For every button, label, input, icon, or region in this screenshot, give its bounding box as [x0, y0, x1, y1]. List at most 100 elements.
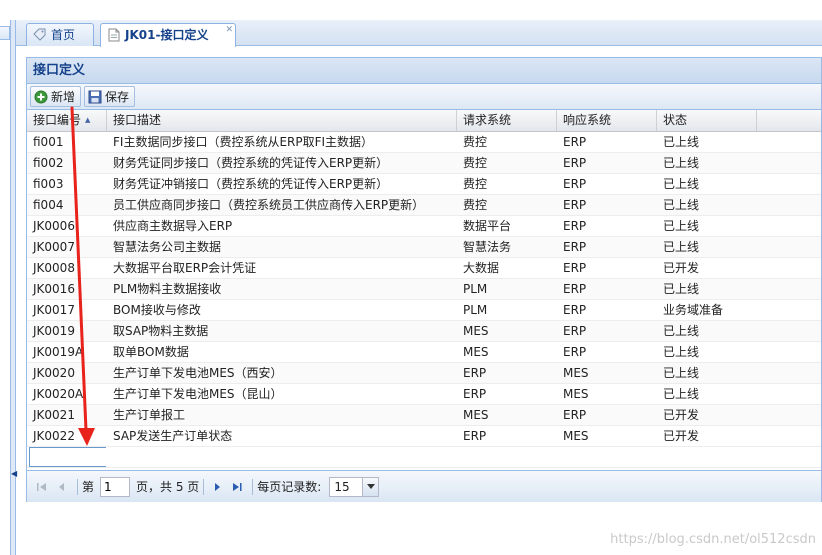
cell-response-system: ERP: [563, 177, 587, 191]
page-size-value: 15: [334, 479, 350, 494]
interface-definition-panel: 接口定义 新增 保存 接口编号 ▲ 接口描述 请求系统 响应系统 状态 fi00…: [26, 57, 822, 502]
table-row[interactable]: JK0007 智慧法务公司主数据 智慧法务 ERP 已上线: [27, 237, 821, 258]
cell-description: 财务凭证冲销接口（费控系统的凭证传入ERP更新）: [113, 177, 389, 191]
cell-description: 供应商主数据导入ERP: [113, 219, 233, 233]
tab-jk01-label: JK01-接口定义: [125, 28, 209, 42]
splitter[interactable]: ◀: [11, 20, 17, 555]
grid-body: fi001 FI主数据同步接口（费控系统从ERP取FI主数据） 费控 ERP 已上线 fi…: [27, 132, 821, 468]
table-row[interactable]: JK0019 取SAP物料主数据 MES ERP 已上线: [27, 321, 821, 342]
cell-response-system: ERP: [563, 408, 587, 422]
column-header-status[interactable]: 状态: [657, 110, 757, 131]
table-row[interactable]: fi003 财务凭证冲销接口（费控系统的凭证传入ERP更新） 费控 ERP 已上线: [27, 174, 821, 195]
cell-description: 生产订单报工: [113, 408, 186, 422]
table-row[interactable]: JK0021 生产订单报工 MES ERP 已开发: [27, 405, 821, 426]
cell-status: 已上线: [663, 324, 700, 338]
panel-title: 接口定义: [27, 58, 821, 84]
cell-id: JK0020: [33, 366, 75, 380]
table-row[interactable]: fi001 FI主数据同步接口（费控系统从ERP取FI主数据） 费控 ERP 已上线: [27, 132, 821, 153]
cell-response-system: ERP: [563, 156, 587, 170]
new-row-id-input[interactable]: [29, 447, 106, 467]
table-row[interactable]: JK0020 生产订单下发电池MES（西安） ERP MES 已上线: [27, 363, 821, 384]
cell-status: 已开发: [663, 261, 700, 275]
cell-description: BOM接收与修改: [113, 303, 201, 317]
new-row[interactable]: [27, 447, 821, 468]
page-number-input[interactable]: [100, 476, 131, 497]
cell-status: 已上线: [663, 366, 700, 380]
cell-id: JK0022: [33, 429, 75, 443]
cell-response-system: ERP: [563, 324, 587, 338]
tab-home[interactable]: 首页: [26, 23, 94, 46]
prev-page-button[interactable]: [53, 478, 71, 496]
page-size-label: 每页记录数:: [257, 480, 322, 494]
cell-description: PLM物料主数据接收: [113, 282, 222, 296]
cell-status: 已上线: [663, 219, 700, 233]
tab-jk01[interactable]: JK01-接口定义 ✕: [100, 23, 236, 47]
cell-id: JK0017: [33, 303, 75, 317]
cell-id: JK0020A: [33, 387, 84, 401]
cell-request-system: 数据平台: [463, 219, 512, 233]
cell-description: 财务凭证同步接口（费控系统的凭证传入ERP更新）: [113, 156, 389, 170]
table-row[interactable]: JK0020A 生产订单下发电池MES（昆山） ERP MES 已上线: [27, 384, 821, 405]
table-row[interactable]: JK0006 供应商主数据导入ERP 数据平台 ERP 已上线: [27, 216, 821, 237]
save-icon: [88, 90, 102, 103]
separator: [252, 478, 254, 495]
column-header-id[interactable]: 接口编号 ▲: [27, 110, 107, 131]
cell-id: JK0006: [33, 219, 75, 233]
last-page-icon: [233, 482, 242, 491]
cell-request-system: ERP: [463, 366, 487, 380]
cell-description: FI主数据同步接口（费控系统从ERP取FI主数据）: [113, 135, 374, 149]
cell-request-system: 费控: [463, 198, 488, 212]
cell-status: 已上线: [663, 135, 700, 149]
cell-description: 取SAP物料主数据: [113, 324, 209, 338]
table-row[interactable]: fi002 财务凭证同步接口（费控系统的凭证传入ERP更新） 费控 ERP 已上线: [27, 153, 821, 174]
cell-request-system: 费控: [463, 156, 488, 170]
page-size-select[interactable]: 15: [329, 476, 380, 497]
page-icon: [108, 28, 120, 42]
cell-status: 已上线: [663, 240, 700, 254]
cell-response-system: ERP: [563, 219, 587, 233]
column-header-response-system[interactable]: 响应系统: [557, 110, 657, 131]
cell-response-system: ERP: [563, 135, 587, 149]
cell-request-system: 智慧法务: [463, 240, 512, 254]
save-button[interactable]: 保存: [84, 86, 136, 107]
next-page-button[interactable]: [208, 478, 226, 496]
table-row[interactable]: JK0008 大数据平台取ERP会计凭证 大数据 ERP 已开发: [27, 258, 821, 279]
add-button[interactable]: 新增: [30, 86, 82, 107]
last-page-button[interactable]: [228, 478, 246, 496]
column-header-description[interactable]: 接口描述: [107, 110, 457, 131]
cell-status: 已开发: [663, 408, 700, 422]
table-row[interactable]: JK0022 SAP发送生产订单状态 ERP MES 已开发: [27, 426, 821, 447]
separator: [77, 478, 78, 495]
cell-id: JK0021: [33, 408, 75, 422]
cell-id: fi002: [33, 156, 64, 170]
cell-status: 业务域准备: [663, 303, 724, 317]
cell-response-system: MES: [563, 387, 589, 401]
cell-description: 大数据平台取ERP会计凭证: [113, 261, 257, 275]
next-page-icon: [215, 482, 221, 491]
left-panel-nub[interactable]: [0, 26, 10, 40]
chevron-down-icon[interactable]: [362, 477, 379, 496]
cell-description: 生产订单下发电池MES（昆山）: [113, 387, 283, 401]
cell-id: fi003: [33, 177, 64, 191]
first-page-button[interactable]: [33, 478, 51, 496]
table-row[interactable]: JK0017 BOM接收与修改 PLM ERP 业务域准备: [27, 300, 821, 321]
tab-close-icon[interactable]: ✕: [225, 24, 233, 36]
cell-request-system: ERP: [463, 387, 487, 401]
cell-description: 智慧法务公司主数据: [113, 240, 222, 254]
cell-status: 已上线: [663, 198, 700, 212]
cell-id: [27, 447, 107, 467]
left-collapsed-panel: [0, 20, 11, 555]
table-row[interactable]: fi004 员工供应商同步接口（费控系统员工供应商传入ERP更新） 费控 ERP 已上线: [27, 195, 821, 216]
table-row[interactable]: JK0019A 取单BOM数据 MES ERP 已上线: [27, 342, 821, 363]
cell-status: 已上线: [663, 156, 700, 170]
page-total: 页，共 5 页: [136, 480, 200, 494]
cell-status: 已上线: [663, 282, 700, 296]
cell-request-system: 费控: [463, 135, 488, 149]
grid-header: 接口编号 ▲ 接口描述 请求系统 响应系统 状态: [27, 110, 821, 132]
add-icon: [34, 90, 48, 103]
cell-id: fi001: [33, 135, 64, 149]
collapse-arrow-icon[interactable]: ◀: [11, 468, 17, 480]
table-row[interactable]: JK0016 PLM物料主数据接收 PLM ERP 已上线: [27, 279, 821, 300]
cell-status: 已开发: [663, 429, 700, 443]
column-header-request-system[interactable]: 请求系统: [457, 110, 557, 131]
